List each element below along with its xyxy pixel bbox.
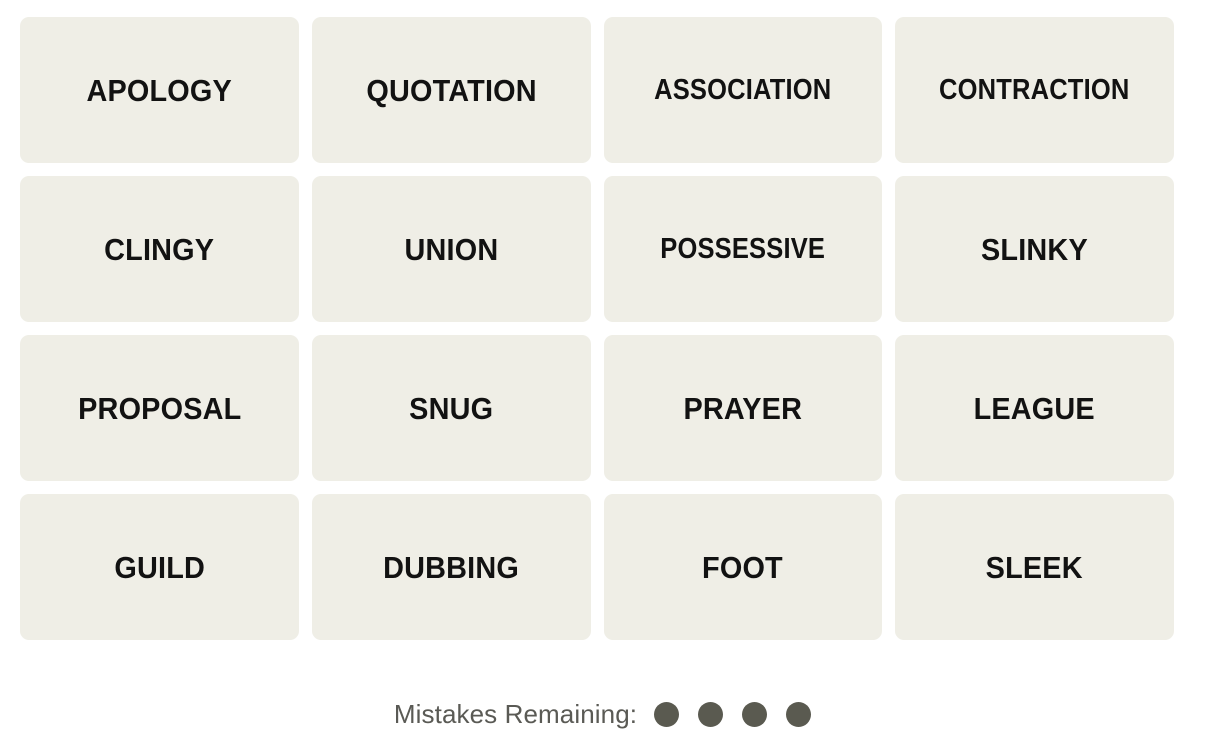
word-tile-label: SLEEK [986,549,1084,585]
mistake-dot [786,701,812,727]
word-tile-label: CONTRACTION [939,73,1130,106]
word-tile-label: FOOT [702,549,784,585]
word-tile-label: SNUG [409,390,494,426]
word-tile[interactable]: CONTRACTION [895,17,1174,163]
word-tile-label: GUILD [114,549,205,585]
word-tile-label: DUBBING [383,549,520,585]
mistake-dot [698,701,724,727]
word-tile[interactable]: LEAGUE [895,335,1174,481]
word-tile[interactable]: SNUG [311,335,591,481]
word-tile[interactable]: APOLOGY [20,17,299,163]
word-tile[interactable]: PRAYER [603,335,883,481]
mistakes-dot-group [654,701,812,727]
mistake-dot [742,701,768,727]
word-tile-label: SLINKY [981,231,1089,267]
mistakes-remaining-label: Mistakes Remaining: [393,698,638,729]
word-tile[interactable]: PROPOSAL [20,335,299,481]
word-tile[interactable]: GUILD [20,494,299,640]
puzzle-grid: APOLOGY QUOTATION ASSOCIATION CONTRACTION CL… [20,17,1174,640]
word-tile-label: CLINGY [104,231,215,267]
mistakes-remaining-row: Mistakes Remaining: [0,694,1205,734]
mistake-dot [654,701,680,727]
word-tile[interactable]: SLINKY [895,176,1174,322]
word-tile-label: LEAGUE [973,390,1096,426]
word-tile[interactable]: FOOT [603,494,883,640]
word-tile-label: APOLOGY [86,72,233,108]
word-tile-label: POSSESSIVE [660,232,826,265]
word-tile-label: PROPOSAL [77,390,242,426]
word-tile-label: UNION [404,231,499,267]
word-tile[interactable]: QUOTATION [311,17,591,163]
word-tile[interactable]: CLINGY [20,176,299,322]
word-tile[interactable]: POSSESSIVE [603,176,883,322]
word-tile-label: QUOTATION [365,72,537,108]
word-tile-label: PRAYER [683,390,803,426]
connections-game: APOLOGY QUOTATION ASSOCIATION CONTRACTION CL… [0,0,1205,750]
word-tile-label: ASSOCIATION [654,73,832,106]
word-tile[interactable]: UNION [311,176,591,322]
word-tile[interactable]: DUBBING [311,494,591,640]
word-tile[interactable]: ASSOCIATION [603,17,883,163]
word-tile[interactable]: SLEEK [895,494,1174,640]
